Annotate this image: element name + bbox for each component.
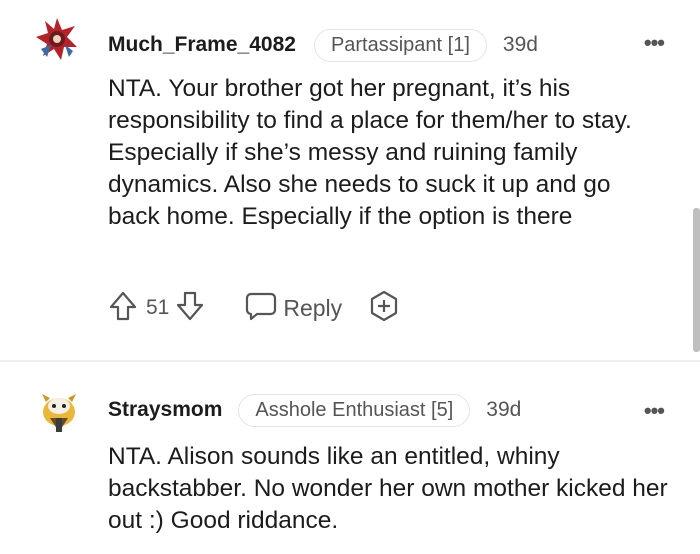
username[interactable]: Straysmom (108, 398, 222, 422)
speech-bubble-icon (245, 291, 277, 326)
comment: Much_Frame_4082 Partassipant [1] 39d •••… (0, 0, 700, 360)
comment-header: Much_Frame_4082 Partassipant [1] 39d (108, 27, 538, 63)
comment-age: 39d (502, 33, 538, 56)
avatar[interactable] (34, 16, 80, 62)
scrollbar[interactable] (693, 208, 700, 352)
reply-button[interactable]: Reply (245, 291, 342, 326)
comment-actions: 51 Reply (108, 290, 400, 326)
username[interactable]: Much_Frame_4082 (108, 33, 296, 57)
arrow-up-icon[interactable] (108, 290, 138, 327)
vote-count: 51 (146, 296, 170, 319)
award-plus-icon (368, 290, 400, 327)
reply-label: Reply (283, 294, 343, 321)
award-button[interactable] (368, 290, 400, 327)
user-flair: Partassipant [1] (313, 28, 487, 62)
comment-body: NTA. Your brother got her pregnant, it’s… (108, 75, 632, 230)
more-dots-icon[interactable]: ••• (644, 398, 665, 424)
avatar[interactable] (36, 388, 82, 434)
comment-age: 39d (486, 398, 522, 421)
comment-body: NTA. Alison sounds like an entitled, whi… (108, 443, 668, 534)
more-dots-icon[interactable]: ••• (644, 30, 665, 56)
comment-header: Straysmom Asshole Enthusiast [5] 39d (108, 392, 521, 428)
user-flair: Asshole Enthusiast [5] (238, 393, 471, 427)
arrow-down-icon[interactable] (175, 290, 205, 327)
comment: Straysmom Asshole Enthusiast [5] 39d •••… (0, 362, 700, 554)
